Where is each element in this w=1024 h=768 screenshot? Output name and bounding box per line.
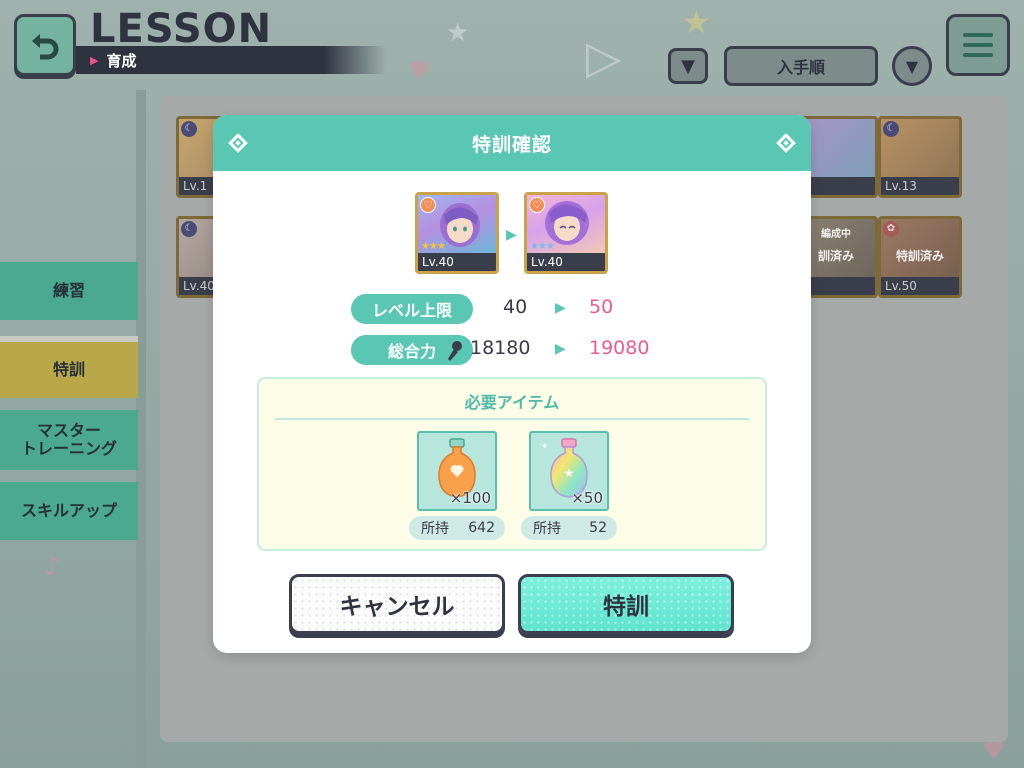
arrow-right-icon: ▶ [506,227,517,243]
breadcrumb-label: 育成 [106,51,137,70]
card-after-training[interactable]: ♡ ★★★ Lv.40 [524,192,608,274]
moon-attribute-icon: ☾ [181,221,197,237]
diamond-deco-icon [228,133,248,153]
side-nav-skill-up[interactable]: スキルアップ [0,482,138,540]
level-cap-row: レベル上限 40 ▶ 50 [213,294,811,326]
total-power-new: 19080 [589,337,650,359]
item-required-qty: ×100 [449,489,491,507]
item-owned-count: 所持 642 [409,516,505,540]
required-items-title: 必要アイテム [464,393,560,412]
hamburger-icon [963,33,993,37]
item-owned-count: 所持 52 [521,516,617,540]
dialog-header: 特訓確認 [213,115,811,171]
side-nav-master-training[interactable]: マスター トレーニング [0,410,138,470]
breadcrumb: ▶ 育成 [76,46,386,74]
side-nav-label: 特訓 [52,359,85,379]
owned-label: 所持 [421,521,449,537]
svg-text:★: ★ [564,466,575,480]
filter-button[interactable]: ▼ [668,48,708,84]
level-cap-current: 40 [503,296,528,318]
sort-direction-button[interactable]: ▼ [892,46,932,86]
chevron-down-icon: ▼ [905,56,919,76]
card-level: Lv.40 [527,253,605,271]
owned-value: 52 [589,520,607,536]
item-orange-bottle[interactable]: ×100 [417,431,497,511]
moon-attribute-icon: ☾ [181,121,197,137]
card-thumbnail[interactable]: ✿ 特訓済み Lv.50 [878,216,962,298]
heart-attribute-icon: ♡ [529,197,545,213]
divider [275,418,749,420]
side-nav-label: マスター トレーニング [20,420,117,458]
level-cap-new: 50 [589,296,614,318]
diamond-deco-icon [776,133,796,153]
back-arrow-icon [32,34,59,60]
trained-overlay: 特訓済み [895,249,944,263]
flower-attribute-icon: ✿ [883,221,899,237]
sort-select[interactable]: 入手順 [724,46,878,86]
card-level: Lv.50 [881,277,959,295]
required-items-panel: 必要アイテム ×100 所持 642 ★ ✦ ×50 所持 52 [257,377,767,551]
card-before-training[interactable]: ♡ ★★★ Lv.40 [415,192,499,274]
arrow-right-icon: ▶ [555,300,566,316]
side-nav-label: 練習 [52,280,85,300]
level-cap-label: レベル上限 [351,294,473,324]
rarity-stars: ★★★ [530,241,555,252]
side-nav-practice[interactable]: 練習 [0,262,138,320]
side-nav-label: スキルアップ [20,500,117,520]
music-note-deco-icon: ♪ [44,552,61,582]
top-header: LESSON ▶ 育成 ▼ 入手順 ▼ [0,0,1024,90]
arrow-right-icon: ▶ [555,341,566,357]
card-thumbnail[interactable]: ☾ Lv.13 [878,116,962,198]
special-training-confirm-dialog: 特訓確認 ♡ ★★★ Lv.40 ▶ ♡ ★★★ Lv.40 レベル上限 40 … [213,115,811,653]
item-rainbow-bottle[interactable]: ★ ✦ ×50 [529,431,609,511]
breadcrumb-triangle-icon: ▶ [90,53,99,67]
rarity-stars: ★★★ [421,241,446,252]
moon-attribute-icon: ☾ [883,121,899,137]
owned-label: 所持 [533,521,561,537]
item-required-qty: ×50 [571,489,603,507]
heart-attribute-icon: ♡ [420,197,436,213]
total-power-current: 18180 [470,337,531,359]
menu-button[interactable] [946,14,1010,76]
card-level: Lv.40 [418,253,496,271]
funnel-icon: ▼ [681,55,695,77]
side-nav-special-training[interactable]: 特訓 [0,336,138,398]
special-training-confirm-button[interactable]: 特訓 [518,574,734,634]
svg-text:✦: ✦ [541,442,549,452]
card-level: Lv.13 [881,177,959,195]
back-button[interactable] [14,14,76,76]
owned-value: 642 [468,520,495,536]
microphone-icon [448,341,462,361]
dialog-title: 特訓確認 [471,133,552,156]
cancel-button[interactable]: キャンセル [289,574,505,634]
total-power-row: 総合力 18180 ▶ 19080 [213,335,811,367]
